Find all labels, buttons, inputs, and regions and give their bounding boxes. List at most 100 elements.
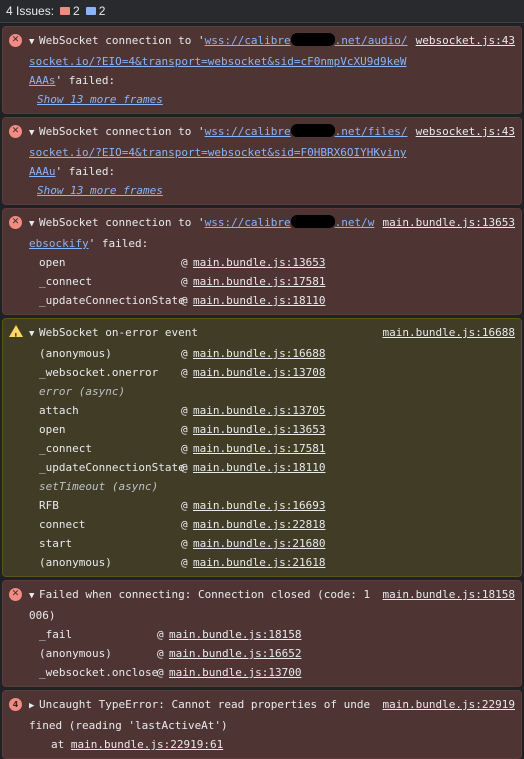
frame-location-link[interactable]: main.bundle.js:16652 xyxy=(169,644,301,663)
message-text: WebSocket connection to ' xyxy=(39,34,205,47)
frame-function: (anonymous) xyxy=(39,556,112,569)
stack-trace: (anonymous) @ main.bundle.js:16688 _websoc… xyxy=(29,344,515,572)
frame-function: start xyxy=(39,537,73,550)
console-message-warning[interactable]: ! ▼ WebSocket on-error event main.bundle.… xyxy=(2,318,522,577)
expand-triangle-icon[interactable]: ▼ xyxy=(29,124,39,143)
issues-label: 4 Issues: xyxy=(6,4,55,18)
frame-location-link[interactable]: main.bundle.js:13705 xyxy=(193,401,325,420)
async-separator: setTimeout (async) xyxy=(39,480,159,493)
console-message-error[interactable]: ✕ ▼ WebSocket connection to 'wss://calibr… xyxy=(2,208,522,315)
stack-frame: open @ main.bundle.js:13653 xyxy=(39,420,515,439)
expand-triangle-icon[interactable]: ▼ xyxy=(29,325,39,344)
error-icon: ✕ xyxy=(9,34,22,47)
at-label: at xyxy=(51,738,65,751)
info-issues-count: 2 xyxy=(98,4,106,18)
stack-frame: open @ main.bundle.js:13653 xyxy=(39,253,515,272)
frame-location-link[interactable]: main.bundle.js:21618 xyxy=(193,553,325,572)
frame-function: _websocket.onclose xyxy=(39,666,159,679)
source-link[interactable]: websocket.js:43 xyxy=(416,31,515,90)
expand-triangle-icon[interactable]: ▼ xyxy=(29,587,39,606)
frame-location-link[interactable]: main.bundle.js:18110 xyxy=(193,458,325,477)
redacted-block xyxy=(290,215,335,228)
stack-frame: (anonymous) @ main.bundle.js:16652 xyxy=(39,644,515,663)
console-message-error[interactable]: ✕ ▼ WebSocket connection to 'wss://calibr… xyxy=(2,26,522,114)
console-message-error[interactable]: 4 ▶ Uncaught TypeError: Cannot read prope… xyxy=(2,690,522,759)
source-link[interactable]: websocket.js:43 xyxy=(416,122,515,181)
stack-frame: start @ main.bundle.js:21680 xyxy=(39,534,515,553)
redacted-block xyxy=(290,124,335,137)
source-link[interactable]: main.bundle.js:22919 xyxy=(383,695,515,735)
frame-location-link[interactable]: main.bundle.js:21680 xyxy=(193,534,325,553)
frame-location-link[interactable]: main.bundle.js:13700 xyxy=(169,663,301,682)
stack-frame: _connect @ main.bundle.js:17581 xyxy=(39,272,515,291)
frame-location-link[interactable]: main.bundle.js:17581 xyxy=(193,439,325,458)
async-separator: error (async) xyxy=(39,385,126,398)
frame-location-link[interactable]: main.bundle.js:13708 xyxy=(193,363,325,382)
show-more-frames-link[interactable]: Show 13 more frames xyxy=(29,90,515,109)
frame-location-link[interactable]: main.bundle.js:18110 xyxy=(193,291,325,310)
error-issues-badge[interactable]: 2 xyxy=(60,4,80,18)
expand-triangle-icon[interactable]: ▶ xyxy=(29,697,39,716)
expand-triangle-icon[interactable]: ▼ xyxy=(29,33,39,52)
frame-location-link[interactable]: main.bundle.js:16688 xyxy=(193,344,325,363)
frame-location-link[interactable]: main.bundle.js:13653 xyxy=(193,420,325,439)
error-icon xyxy=(60,7,71,15)
error-icon: ✕ xyxy=(9,125,22,138)
info-icon xyxy=(85,7,96,15)
frame-function: _updateConnectionState xyxy=(39,294,185,307)
frame-location-link[interactable]: main.bundle.js:22818 xyxy=(193,515,325,534)
frame-function: _connect xyxy=(39,442,92,455)
frame-function: _fail xyxy=(39,628,73,641)
frame-location-link[interactable]: main.bundle.js:18158 xyxy=(169,625,301,644)
error-icon: ✕ xyxy=(9,216,22,229)
stack-frame: RFB @ main.bundle.js:16693 xyxy=(39,496,515,515)
frame-function: connect xyxy=(39,518,86,531)
frame-function: open xyxy=(39,423,66,436)
message-text: Uncaught TypeError: Cannot read properti… xyxy=(29,698,371,732)
frame-function: _websocket.onerror xyxy=(39,366,159,379)
frame-function: (anonymous) xyxy=(39,347,112,360)
error-location-link[interactable]: main.bundle.js:22919:61 xyxy=(71,738,223,751)
expand-triangle-icon[interactable]: ▼ xyxy=(29,215,39,234)
error-issues-count: 2 xyxy=(73,4,80,18)
message-text: WebSocket connection to ' xyxy=(39,216,205,229)
message-text: WebSocket connection to ' xyxy=(39,125,205,138)
message-text-suffix: ' failed: xyxy=(88,237,149,250)
stack-frame: _connect @ main.bundle.js:17581 xyxy=(39,439,515,458)
stack-frame: attach @ main.bundle.js:13705 xyxy=(39,401,515,420)
info-issues-badge[interactable]: 2 xyxy=(85,4,106,18)
frame-function: _updateConnectionState xyxy=(39,461,185,474)
stack-frame: (anonymous) @ main.bundle.js:16688 xyxy=(39,344,515,363)
stack-trace: open @ main.bundle.js:13653 _connect @ main.… xyxy=(29,253,515,310)
stack-frame: _websocket.onerror @ main.bundle.js:13708 xyxy=(39,363,515,382)
source-link[interactable]: main.bundle.js:13653 xyxy=(383,213,515,253)
source-link[interactable]: main.bundle.js:16688 xyxy=(383,323,515,344)
console-message-error[interactable]: ✕ ▼ WebSocket connection to 'wss://calibr… xyxy=(2,117,522,205)
frame-function: RFB xyxy=(39,499,59,512)
stack-frame: _updateConnectionState @ main.bundle.js:18… xyxy=(39,291,515,310)
frame-function: open xyxy=(39,256,66,269)
issues-bar[interactable]: 4 Issues: 2 2 xyxy=(0,0,524,23)
frame-location-link[interactable]: main.bundle.js:17581 xyxy=(193,272,325,291)
repeat-count-badge: 4 xyxy=(9,698,22,711)
message-text-suffix: ' failed: xyxy=(55,74,116,87)
stack-frame: _updateConnectionState @ main.bundle.js:18… xyxy=(39,458,515,477)
frame-location-link[interactable]: main.bundle.js:13653 xyxy=(193,253,325,272)
message-text: Failed when connecting: Connection close… xyxy=(29,588,371,622)
message-text: WebSocket on-error event xyxy=(39,326,198,339)
show-more-frames-link[interactable]: Show 13 more frames xyxy=(29,181,515,200)
error-location-line: at main.bundle.js:22919:61 xyxy=(29,735,515,754)
frame-function: (anonymous) xyxy=(39,647,112,660)
source-link[interactable]: main.bundle.js:18158 xyxy=(383,585,515,625)
stack-frame: (anonymous) @ main.bundle.js:21618 xyxy=(39,553,515,572)
console-message-error[interactable]: ✕ ▼ Failed when connecting: Connection cl… xyxy=(2,580,522,687)
stack-frame: _websocket.onclose @ main.bundle.js:13700 xyxy=(39,663,515,682)
error-icon: ✕ xyxy=(9,588,22,601)
frame-function: _connect xyxy=(39,275,92,288)
stack-frame: _fail @ main.bundle.js:18158 xyxy=(39,625,515,644)
frame-location-link[interactable]: main.bundle.js:16693 xyxy=(193,496,325,515)
stack-trace: _fail @ main.bundle.js:18158 (anonymous) @ m… xyxy=(29,625,515,682)
frame-function: attach xyxy=(39,404,79,417)
stack-frame: connect @ main.bundle.js:22818 xyxy=(39,515,515,534)
redacted-block xyxy=(290,33,335,46)
